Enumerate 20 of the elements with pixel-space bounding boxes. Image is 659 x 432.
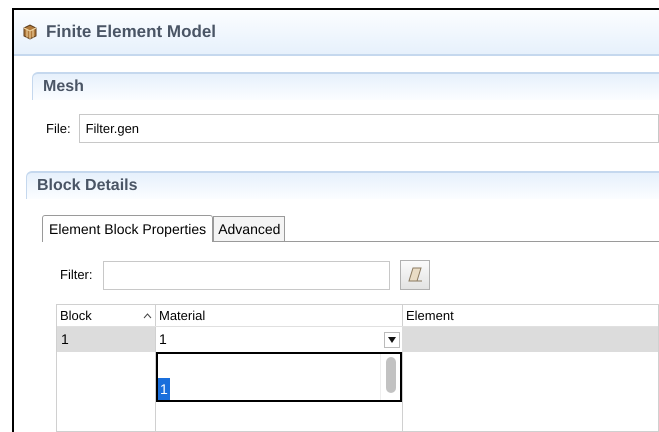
file-label: File: (46, 120, 71, 138)
tab[interactable]: Element Block Properties (42, 215, 214, 242)
dropdown-option[interactable]: 1 (158, 378, 170, 400)
section-header: Block Details (26, 171, 659, 199)
column-header[interactable]: Material (155, 305, 402, 326)
tab[interactable]: Advanced (213, 216, 286, 241)
scrollbar-thumb[interactable] (386, 357, 396, 393)
eraser-button[interactable] (400, 260, 430, 290)
column-header[interactable]: Element (402, 305, 658, 326)
window-title: Finite Element Model (46, 21, 216, 44)
table-cell-text: 1 (61, 330, 69, 349)
section-header: Mesh (32, 72, 659, 100)
table-row[interactable]: 1 1 (57, 327, 658, 352)
eraser-icon (406, 266, 424, 284)
file-field[interactable]: Filter.gen (78, 114, 659, 143)
filter-field[interactable] (102, 260, 390, 290)
cube-icon (22, 24, 38, 40)
filter-label: Filter: (60, 266, 92, 284)
column-header[interactable]: Block (57, 305, 155, 326)
material-combo[interactable]: 1 (155, 327, 402, 352)
